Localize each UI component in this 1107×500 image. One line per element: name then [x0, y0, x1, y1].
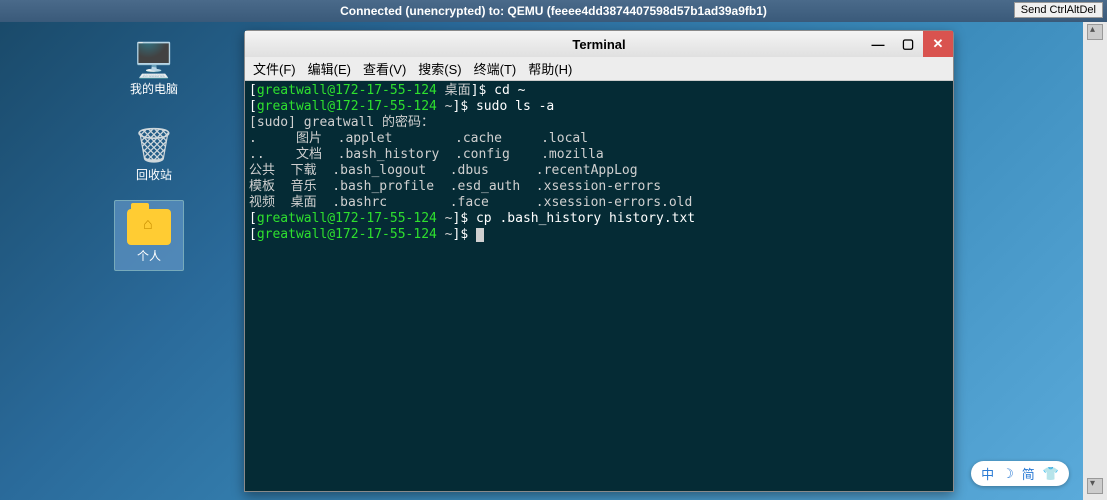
- menu-search[interactable]: 搜索(S): [418, 59, 461, 78]
- menu-edit[interactable]: 编辑(E): [308, 59, 351, 78]
- menu-help[interactable]: 帮助(H): [528, 59, 572, 78]
- connection-status: Connected (unencrypted) to: QEMU (feeee4…: [340, 4, 767, 18]
- menu-file[interactable]: 文件(F): [253, 59, 296, 78]
- folder-icon: [127, 209, 171, 245]
- trash-icon: 🗑: [119, 126, 189, 166]
- scrollbar-track[interactable]: [1083, 22, 1107, 500]
- desktop-icon-trash[interactable]: 🗑 回收站: [119, 126, 189, 183]
- minimize-button[interactable]: ―: [863, 31, 893, 57]
- computer-icon: 🖥️: [119, 42, 189, 80]
- window-title: Terminal: [572, 37, 625, 52]
- scroll-down-button[interactable]: [1087, 478, 1103, 494]
- desktop-icon-label: 个人: [115, 247, 183, 264]
- desktop-icon-label: 我的电脑: [119, 80, 189, 97]
- close-button[interactable]: ✕: [923, 31, 953, 57]
- window-titlebar[interactable]: Terminal ― ▢ ✕: [245, 31, 953, 57]
- vnc-topbar: Connected (unencrypted) to: QEMU (feeee4…: [0, 0, 1107, 22]
- desktop-icon-label: 回收站: [119, 166, 189, 183]
- desktop-icon-personal[interactable]: 个人: [114, 200, 184, 271]
- terminal-menubar: 文件(F) 编辑(E) 查看(V) 搜索(S) 终端(T) 帮助(H): [245, 57, 953, 81]
- ime-lang-icon[interactable]: 中: [981, 464, 994, 483]
- terminal-window[interactable]: Terminal ― ▢ ✕ 文件(F) 编辑(E) 查看(V) 搜索(S) 终…: [244, 30, 954, 492]
- ime-shirt-icon[interactable]: 👕: [1043, 466, 1059, 482]
- menu-view[interactable]: 查看(V): [363, 59, 406, 78]
- maximize-button[interactable]: ▢: [893, 31, 923, 57]
- terminal-cursor: [476, 228, 484, 242]
- scroll-up-button[interactable]: [1087, 24, 1103, 40]
- terminal-output[interactable]: [greatwall@172-17-55-124 桌面]$ cd ~ [grea…: [245, 81, 953, 491]
- ime-indicator[interactable]: 中 ☽ 简 👕: [971, 461, 1069, 486]
- ime-simplified-icon[interactable]: 简: [1022, 464, 1035, 483]
- desktop-icon-computer[interactable]: 🖥️ 我的电脑: [119, 42, 189, 97]
- ime-moon-icon[interactable]: ☽: [1002, 466, 1014, 482]
- send-ctrlaltdel-button[interactable]: Send CtrlAltDel: [1014, 2, 1103, 18]
- desktop-viewport[interactable]: 🖥️ 我的电脑 🗑 回收站 个人 Terminal ― ▢ ✕ 文件(F) 编辑…: [0, 22, 1083, 500]
- menu-terminal[interactable]: 终端(T): [474, 59, 517, 78]
